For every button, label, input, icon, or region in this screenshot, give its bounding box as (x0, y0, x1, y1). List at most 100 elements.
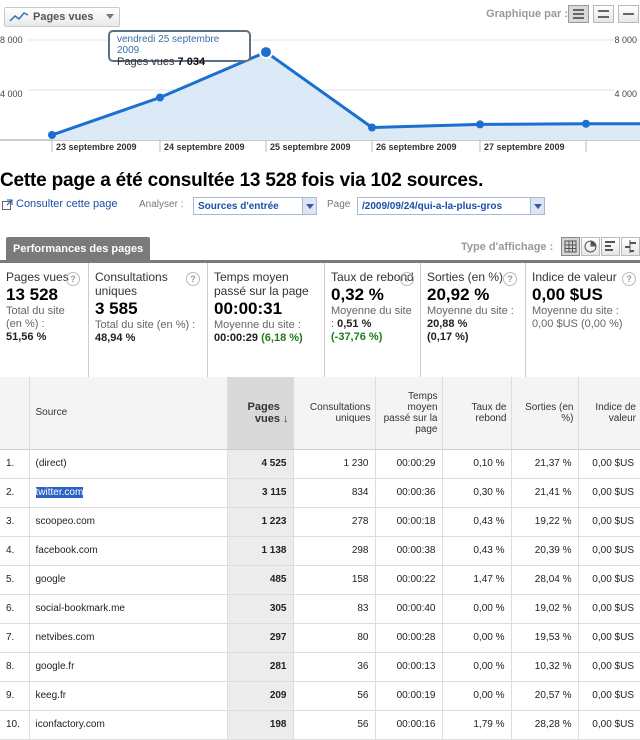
row-value-index: 0,00 $US (578, 449, 640, 479)
row-value-index: 0,00 $US (578, 507, 640, 537)
pageviews-chart: 23 septembre 2009 24 septembre 2009 25 sep… (0, 39, 640, 152)
help-icon[interactable]: ? (622, 272, 636, 286)
row-exits: 19,22 % (511, 507, 579, 537)
column-header-source[interactable]: Source (29, 377, 228, 450)
data-point-3 (259, 45, 273, 60)
table-row[interactable]: 10. iconfactory.com 198 56 00:00:16 1,79 % 28,… (0, 710, 640, 740)
row-source[interactable]: netvibes.com (29, 623, 228, 653)
table-row[interactable]: 8. google.fr 281 36 00:00:13 0,00 % 10,32 % 0,0… (0, 652, 640, 682)
row-source[interactable]: scoopeo.com (29, 507, 228, 537)
metric-select[interactable]: Pages vues (4, 7, 120, 27)
table-row[interactable]: 9. keeg.fr 209 56 00:00:19 0,00 % 20,57 % 0,00 … (0, 681, 640, 711)
row-rank: 6. (0, 594, 30, 624)
row-pageviews: 305 (227, 594, 294, 624)
summary-sub: Moyenne du site :0,00 $US (0,00 %) (532, 305, 623, 330)
row-rank: 7. (0, 623, 30, 653)
row-exits: 20,39 % (511, 536, 579, 566)
row-rank: 8. (0, 652, 30, 682)
summary-sub: Moyenne du site : 0,51 % (-37,76 %) (331, 305, 412, 343)
row-unique-views: 834 (293, 478, 376, 508)
row-source[interactable]: social-bookmark.me (29, 594, 228, 624)
help-icon[interactable]: ? (503, 272, 517, 286)
row-source[interactable]: (direct) (29, 449, 228, 479)
x-tick-label-2: 24 septembre 2009 (164, 142, 245, 152)
graph-by-label: Graphique par : (486, 8, 568, 20)
graph-by-day-button[interactable] (568, 5, 589, 23)
summary-value: 13 528 (6, 285, 58, 304)
row-avg-time: 00:00:40 (375, 594, 443, 624)
row-source[interactable]: google.fr (29, 652, 228, 682)
row-unique-views: 158 (293, 565, 376, 595)
row-unique-views: 56 (293, 681, 376, 711)
row-value-index: 0,00 $US (578, 594, 640, 624)
sources-table: Source Pages vues ↓ Consultations unique… (0, 377, 640, 740)
row-rank: 9. (0, 681, 30, 711)
row-source[interactable]: google (29, 565, 228, 595)
data-point-5 (476, 120, 484, 129)
row-avg-time: 00:00:16 (375, 710, 443, 740)
graph-by-month-button[interactable] (618, 5, 639, 23)
line-chart-icon (9, 12, 29, 22)
comparison-icon (625, 240, 636, 253)
summary-value: 20,92 % (427, 285, 490, 304)
table-row[interactable]: 7. netvibes.com 297 80 00:00:28 0,00 % 19,53 %… (0, 623, 640, 653)
row-unique-views: 298 (293, 536, 376, 566)
view-comparison-button[interactable] (621, 237, 640, 256)
summary-value: 3 585 (95, 299, 138, 318)
consult-page-link[interactable]: Consulter cette page (2, 198, 118, 210)
column-header-avg-time[interactable]: Temps moyen passé sur la page (375, 377, 443, 450)
data-point-2 (156, 93, 164, 102)
row-rank: 2. (0, 478, 30, 508)
row-bounce-rate: 0,00 % (442, 594, 512, 624)
consult-page-link-text: Consulter cette page (16, 198, 118, 210)
row-source[interactable]: iconfactory.com (29, 710, 228, 740)
sort-arrow-down-icon: ↓ (283, 412, 289, 425)
view-pie-button[interactable] (581, 237, 600, 256)
summary-pageviews: Pages vues 13 528 Total du site (en %) :… (0, 263, 89, 377)
tab-page-performance[interactable]: Performances des pages (6, 237, 151, 261)
table-row[interactable]: 3. scoopeo.com 1 223 278 00:00:18 0,43 % 19,22… (0, 507, 640, 537)
row-bounce-rate: 0,10 % (442, 449, 512, 479)
row-avg-time: 00:00:29 (375, 449, 443, 479)
row-bounce-rate: 0,00 % (442, 681, 512, 711)
analyse-select[interactable]: Sources d'entrée (193, 197, 317, 215)
row-bounce-rate: 0,00 % (442, 652, 512, 682)
analyse-label: Analyser : (139, 199, 184, 210)
row-rank: 1. (0, 449, 30, 479)
view-table-button[interactable] (561, 237, 580, 256)
column-header-pageviews[interactable]: Pages vues ↓ (227, 377, 294, 450)
graph-by-week-button[interactable] (593, 5, 614, 23)
page-title: Cette page a été consultée 13 528 fois v… (0, 170, 484, 191)
table-row[interactable]: 5. google 485 158 00:00:22 1,47 % 28,04 % 0,00 … (0, 565, 640, 595)
row-rank: 4. (0, 536, 30, 566)
table-row[interactable]: 1. (direct) 4 525 1 230 00:00:29 0,10 % 21,37 … (0, 449, 640, 479)
table-row[interactable]: 4. facebook.com 1 138 298 00:00:38 0,43 % 20,3… (0, 536, 640, 566)
help-icon[interactable]: ? (66, 272, 80, 286)
data-point-4 (368, 123, 376, 132)
table-header-row: Source Pages vues ↓ Consultations unique… (0, 377, 640, 450)
selected-source-text[interactable]: twitter.com (35, 487, 84, 498)
row-unique-views: 36 (293, 652, 376, 682)
external-link-icon (2, 199, 13, 210)
help-icon[interactable]: ? (400, 272, 414, 286)
view-bar-button[interactable] (601, 237, 620, 256)
row-source[interactable]: keeg.fr (29, 681, 228, 711)
table-row[interactable]: 6. social-bookmark.me 305 83 00:00:40 0,00 % 1… (0, 594, 640, 624)
row-source[interactable]: facebook.com (29, 536, 228, 566)
table-row[interactable]: 2. twitter.com 3 115 834 00:00:36 0,30 % 21,41… (0, 478, 640, 508)
column-header-unique-views[interactable]: Consultations uniques (293, 377, 376, 450)
column-header-value-index[interactable]: Indice de valeur (578, 377, 640, 450)
x-tick-label-4: 26 septembre 2009 (376, 142, 457, 152)
page-select[interactable]: /2009/09/24/qui-a-la-plus-gros (357, 197, 545, 215)
column-header-bounce-rate[interactable]: Taux de rebond (442, 377, 512, 450)
y-tick-right-8000: 8 000 (614, 35, 637, 45)
row-source[interactable]: twitter.com (29, 478, 228, 508)
summary-value-index: Indice de valeur 0,00 $US Moyenne du sit… (526, 263, 640, 377)
row-unique-views: 80 (293, 623, 376, 653)
help-icon[interactable]: ? (186, 272, 200, 286)
summary-unique-views: Consultations uniques 3 585 Total du sit… (89, 263, 208, 377)
row-pageviews: 3 115 (227, 478, 294, 508)
row-bounce-rate: 0,30 % (442, 478, 512, 508)
column-header-exits[interactable]: Sorties (en %) (511, 377, 579, 450)
metric-select-label: Pages vues (33, 11, 94, 23)
